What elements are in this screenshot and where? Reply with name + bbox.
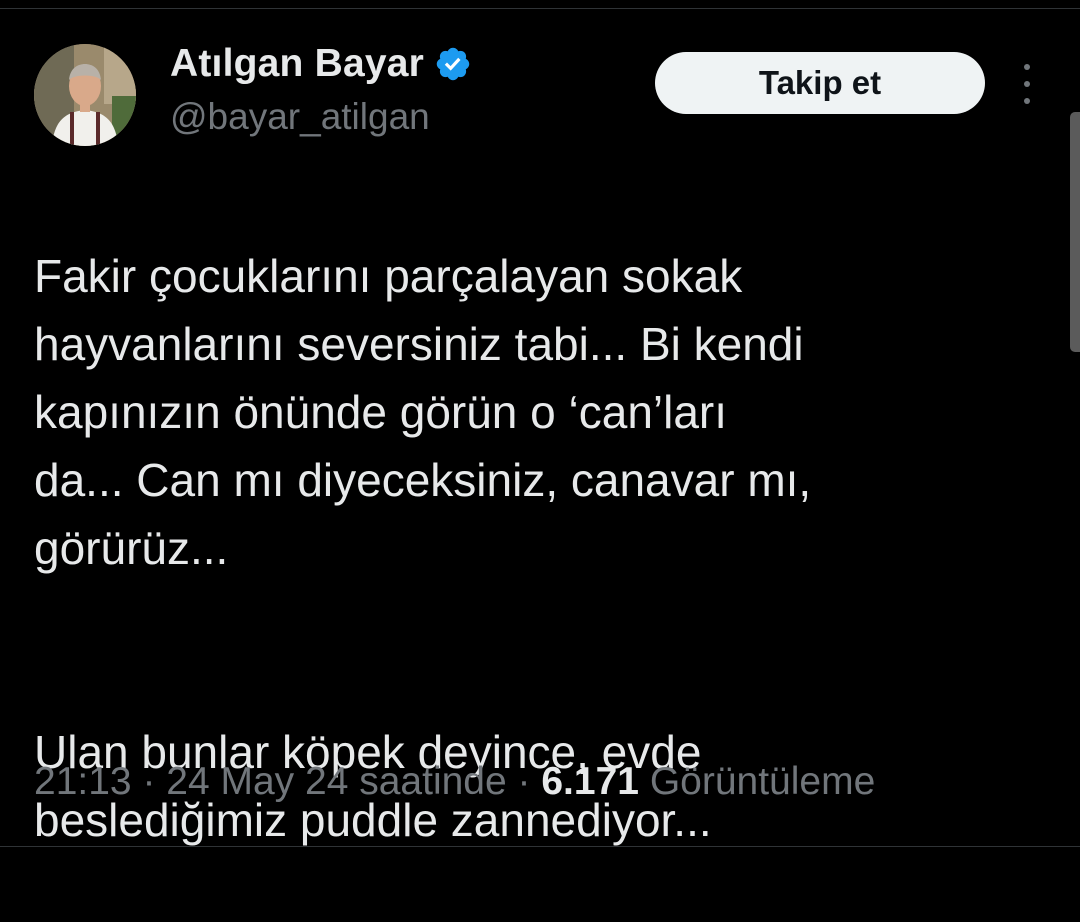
more-dot	[1024, 64, 1030, 70]
scrollbar[interactable]	[1070, 112, 1080, 352]
tweet-date[interactable]: 24 May 24 saatinde	[166, 760, 506, 803]
tweet-paragraph: Fakir çocuklarını parçalayan sokak hayva…	[34, 250, 812, 574]
follow-button[interactable]: Takip et	[655, 52, 985, 114]
views-count: 6.171	[541, 760, 639, 803]
tweet-meta: 21:13 · 24 May 24 saatinde · 6.171 Görün…	[34, 760, 875, 804]
author-display-name[interactable]: Atılgan Bayar	[170, 42, 424, 86]
tweet-text: Fakir çocuklarını parçalayan sokak hayva…	[34, 174, 1034, 922]
tweet-time[interactable]: 21:13	[34, 760, 132, 803]
views-label: Görüntüleme	[649, 760, 876, 803]
more-dot	[1024, 98, 1030, 104]
meta-separator: ·	[131, 760, 167, 803]
verified-badge-icon	[434, 45, 472, 83]
bottom-divider	[0, 846, 1080, 847]
tweet: Atılgan Bayar @bayar_atilgan Takip et Fa…	[0, 0, 1080, 850]
author-handle[interactable]: @bayar_atilgan	[170, 96, 430, 138]
author-name-row: Atılgan Bayar	[170, 42, 472, 86]
avatar-photo	[34, 44, 136, 146]
more-vertical-icon[interactable]	[1012, 64, 1042, 104]
more-dot	[1024, 81, 1030, 87]
meta-separator: ·	[506, 760, 542, 803]
avatar[interactable]	[34, 44, 136, 146]
